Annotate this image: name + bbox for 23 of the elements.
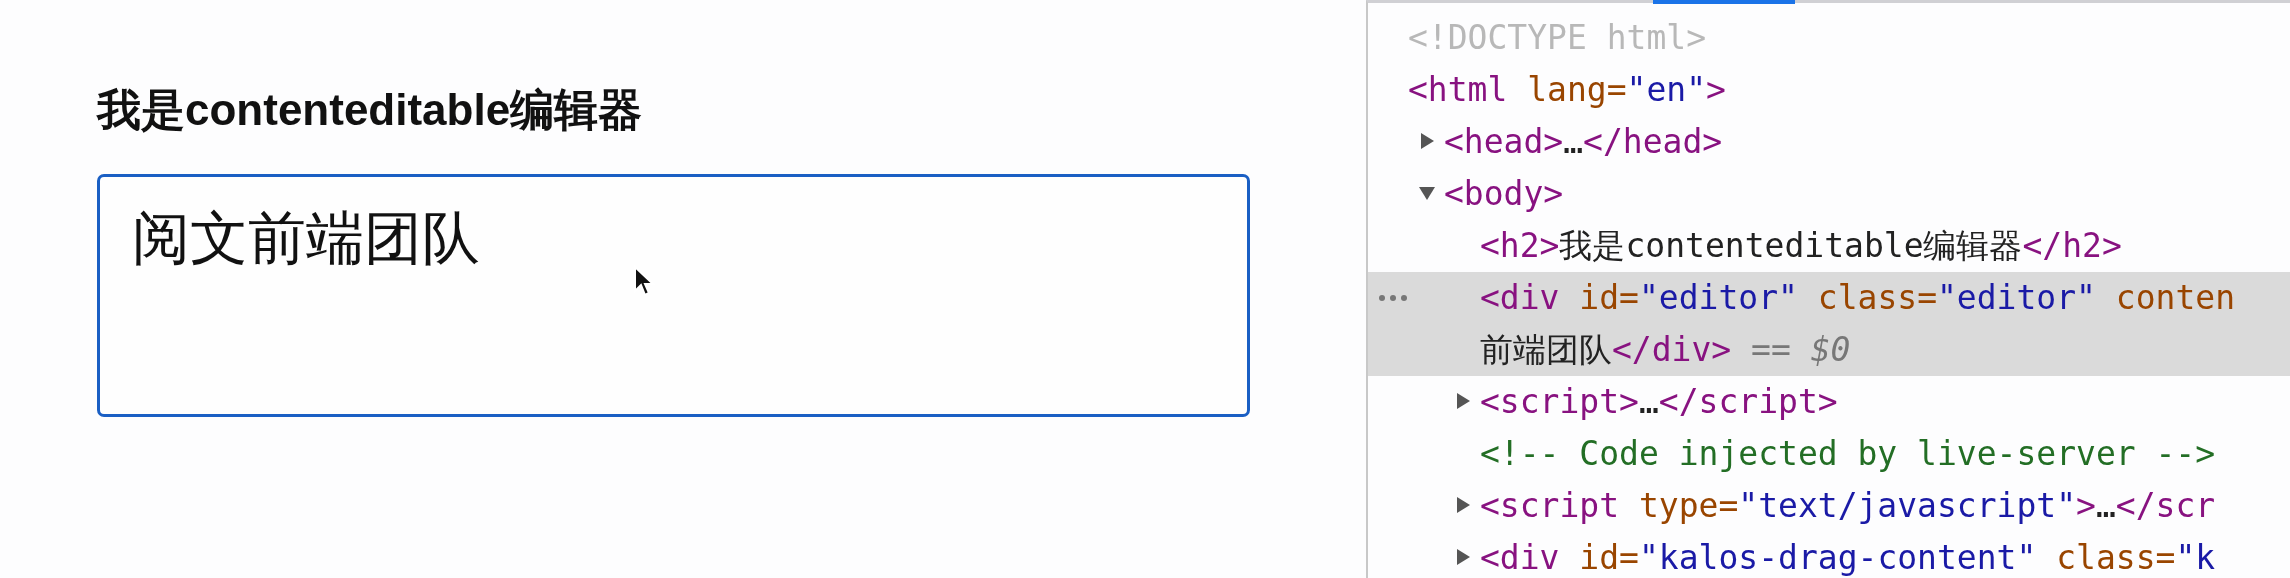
code-line: 前端团队</div> == $0 — [1480, 330, 1851, 370]
code-line: <html lang="en"> — [1408, 70, 1726, 110]
code-line: <body> — [1444, 174, 1564, 214]
node-row[interactable]: <h2>我是contenteditable编辑器</h2> — [1368, 220, 2290, 272]
code-line: <!DOCTYPE html> — [1408, 18, 1706, 58]
node-row[interactable]: <div id="editor" class="editor" conten 前端团队</div> == $0 — [1368, 272, 2290, 376]
html-comment: <!-- Code injected by live-server --> — [1480, 434, 2216, 474]
code-line: <head>…</head> — [1444, 122, 1723, 162]
node-row[interactable]: <div id="kalos-drag-content" class="k — [1368, 532, 2290, 578]
code-line: <h2>我是contenteditable编辑器</h2> — [1480, 226, 2122, 266]
node-row[interactable]: <!-- Code injected by live-server --> — [1368, 428, 2290, 480]
more-icon[interactable] — [1378, 294, 1408, 302]
node-row[interactable]: <script type="text/javascript">…</scr — [1368, 480, 2290, 532]
node-row[interactable]: <body> — [1368, 168, 2290, 220]
page-heading: 我是contenteditable编辑器 — [97, 88, 643, 132]
node-row[interactable]: <script>…</script> — [1368, 376, 2290, 428]
code-line: <div id="kalos-drag-content" class="k — [1480, 538, 2216, 578]
code-line: <script>…</script> — [1480, 382, 1838, 422]
node-row[interactable]: <html lang="en"> — [1368, 64, 2290, 116]
code-line: <div id="editor" class="editor" conten — [1480, 278, 2236, 318]
node-row[interactable]: <head>…</head> — [1368, 116, 2290, 168]
editor-field[interactable]: 阅文前端团队 — [97, 174, 1250, 417]
code-line: <script type="text/javascript">…</scr — [1480, 486, 2216, 526]
